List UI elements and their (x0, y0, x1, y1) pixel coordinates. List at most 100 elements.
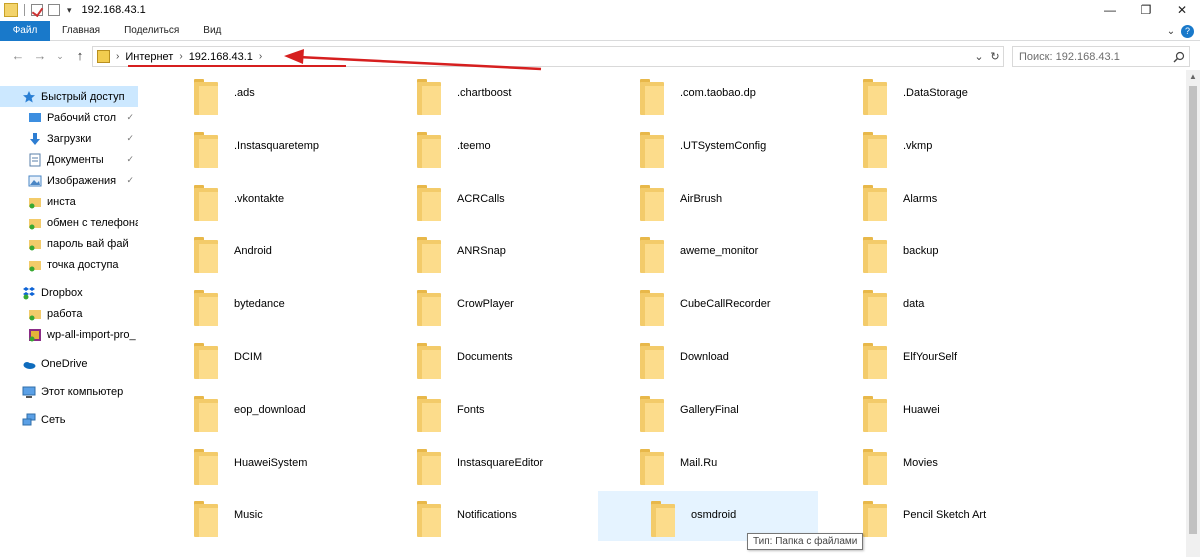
help-icon[interactable]: ? (1181, 24, 1194, 38)
folder-item[interactable]: GalleryFinal (588, 387, 806, 435)
search-icon[interactable] (1169, 51, 1189, 63)
folder-item[interactable]: aweme_monitor (588, 228, 806, 276)
sidebar-item-quick-access[interactable]: Быстрый доступ (0, 86, 138, 107)
folder-item[interactable]: .Instasquaretemp (142, 123, 360, 171)
folder-item[interactable]: bytedance (142, 281, 360, 329)
sidebar-item-phone-exchange[interactable]: обмен с телефона (0, 212, 138, 233)
folder-item[interactable]: .UTSystemConfig (588, 123, 806, 171)
back-button[interactable]: ← (10, 47, 26, 65)
folder-item[interactable]: .com.taobao.dp (588, 70, 806, 118)
up-button[interactable]: ↑ (72, 47, 88, 65)
breadcrumb-chevron-icon[interactable]: › (179, 51, 182, 62)
sidebar-item-downloads[interactable]: Загрузки ✓ (0, 128, 138, 149)
folder-item[interactable]: Music (142, 492, 360, 540)
folder-item[interactable]: Huawei (811, 387, 1029, 435)
folder-item[interactable]: data (811, 281, 1029, 329)
folder-item[interactable]: .vkmp (811, 123, 1029, 171)
folder-item[interactable]: .teemo (365, 123, 583, 171)
address-bar[interactable]: › Интернет › 192.168.43.1 › ⌄ ↻ (92, 46, 1004, 67)
forward-button[interactable]: → (32, 47, 48, 65)
folder-item[interactable]: .ads (142, 70, 360, 118)
folder-item[interactable]: .chartboost (365, 70, 583, 118)
folder-item[interactable]: .vkontakte (142, 176, 360, 224)
folder-item[interactable]: Fonts (365, 387, 583, 435)
folder-item[interactable]: DCIM (142, 334, 360, 382)
vertical-scrollbar[interactable]: ▲ (1186, 70, 1200, 557)
sidebar-item-pictures[interactable]: Изображения ✓ (0, 170, 138, 191)
pictures-icon (28, 174, 42, 188)
folder-item[interactable]: ANRSnap (365, 228, 583, 276)
folder-item[interactable]: CrowPlayer (365, 281, 583, 329)
folder-icon (640, 448, 664, 485)
breadcrumb-host[interactable]: 192.168.43.1 (189, 51, 253, 63)
folder-item[interactable]: Mail.Ru (588, 440, 806, 488)
folder-item[interactable]: Android (142, 228, 360, 276)
pin-icon[interactable]: ✓ (126, 133, 134, 144)
folder-sync-icon (28, 258, 42, 272)
sidebar-item-wp-all-import[interactable]: wp-all-import-pro_ (0, 324, 138, 345)
folder-item[interactable]: Download (588, 334, 806, 382)
folder-icon (417, 184, 441, 221)
sidebar-item-hotspot[interactable]: точка доступа (0, 254, 138, 275)
tab-share[interactable]: Поделиться (112, 21, 191, 41)
search-input[interactable]: Поиск: 192.168.43.1 (1013, 51, 1169, 63)
folder-item[interactable]: InstasquareEditor (365, 440, 583, 488)
sidebar-item-insta[interactable]: инста (0, 191, 138, 212)
sidebar-item-network[interactable]: Сеть (0, 409, 138, 430)
minimize-button[interactable]: — (1092, 0, 1128, 20)
folder-icon (194, 448, 218, 485)
folder-item[interactable]: Movies (811, 440, 1029, 488)
breadcrumb-internet[interactable]: Интернет (125, 51, 173, 63)
search-box[interactable]: Поиск: 192.168.43.1 (1012, 46, 1190, 67)
close-button[interactable]: ✕ (1164, 0, 1200, 20)
tab-view[interactable]: Вид (191, 21, 233, 41)
folder-item[interactable]: HuaweiSystem (142, 440, 360, 488)
folder-name: ACRCalls (457, 192, 505, 205)
folder-name: .ads (234, 87, 255, 99)
folder-name: osmdroid (691, 509, 737, 522)
quick-access-toolbar-dropdown[interactable]: ▾ (67, 5, 72, 16)
explorer-icon[interactable] (4, 3, 18, 17)
sidebar-item-label: пароль вай фай (47, 237, 129, 250)
folder-name: bytedance (234, 298, 285, 311)
breadcrumb-chevron-icon[interactable]: › (116, 51, 119, 62)
new-folder-icon[interactable] (48, 4, 60, 16)
pin-icon[interactable]: ✓ (126, 175, 134, 186)
scrollbar-thumb[interactable] (1189, 86, 1197, 534)
scroll-up-button[interactable]: ▲ (1186, 70, 1200, 84)
folder-item[interactable]: ElfYourSelf (811, 334, 1029, 382)
folder-item[interactable]: CubeCallRecorder (588, 281, 806, 329)
sidebar-item-label: Быстрый доступ (41, 90, 125, 103)
expand-ribbon-button[interactable]: ⌄ (1161, 26, 1181, 37)
sidebar-item-wifi-password[interactable]: пароль вай фай (0, 233, 138, 254)
folder-name: CrowPlayer (457, 298, 514, 311)
folder-name: ElfYourSelf (903, 351, 958, 363)
tab-home[interactable]: Главная (50, 21, 112, 41)
properties-icon[interactable] (31, 4, 43, 16)
folder-item[interactable]: Documents (365, 334, 583, 382)
recent-locations-button[interactable]: ⌄ (52, 47, 68, 65)
folder-item[interactable]: ACRCalls (365, 176, 583, 224)
tab-file[interactable]: Файл (0, 20, 50, 41)
folder-item[interactable]: Alarms (811, 176, 1029, 224)
folder-item[interactable]: Notifications (365, 492, 583, 540)
pin-icon[interactable]: ✓ (126, 112, 134, 123)
sidebar-item-desktop[interactable]: Рабочий стол ✓ (0, 107, 138, 128)
folder-item[interactable]: eop_download (142, 387, 360, 435)
sidebar-item-dropbox[interactable]: Dropbox (0, 282, 138, 303)
breadcrumb-chevron-icon[interactable]: › (259, 51, 262, 62)
address-dropdown-button[interactable]: ⌄ (971, 50, 987, 63)
sidebar-item-documents[interactable]: Документы ✓ (0, 149, 138, 170)
refresh-button[interactable]: ↻ (987, 50, 1003, 63)
folder-item[interactable]: backup (811, 228, 1029, 276)
onedrive-icon (22, 357, 36, 371)
sidebar-item-work[interactable]: работа (0, 303, 138, 324)
sidebar-item-label: Изображения (47, 174, 117, 187)
sidebar-item-this-pc[interactable]: Этот компьютер (0, 381, 138, 402)
restore-button[interactable]: ❐ (1128, 0, 1164, 20)
sidebar-item-onedrive[interactable]: OneDrive (0, 353, 138, 374)
folder-name: .vkmp (903, 139, 933, 152)
pin-icon[interactable]: ✓ (126, 154, 134, 165)
folder-item[interactable]: .DataStorage (811, 70, 1029, 118)
folder-item[interactable]: AirBrush (588, 176, 806, 224)
